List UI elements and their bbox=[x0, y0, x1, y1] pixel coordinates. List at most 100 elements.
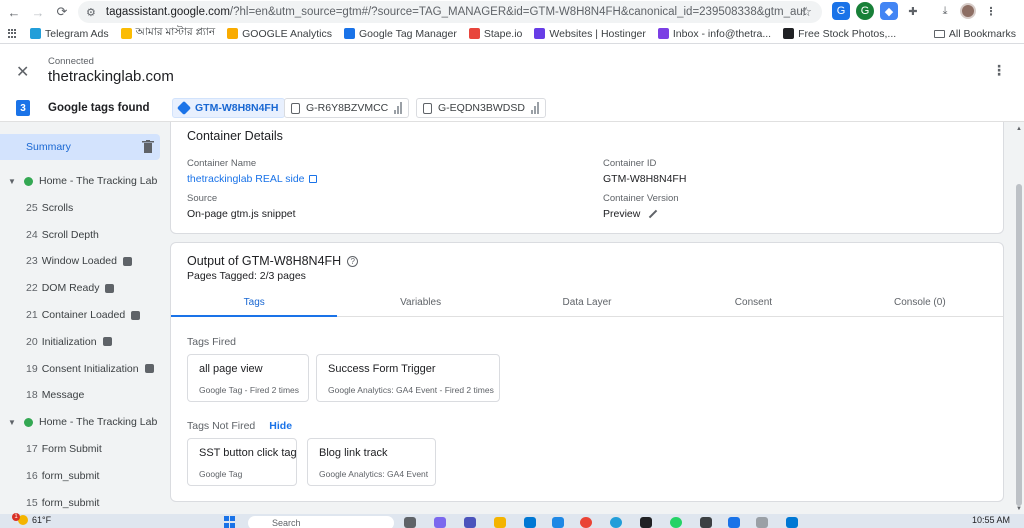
main-scrollbar[interactable]: ▲ ▼ bbox=[1014, 122, 1024, 514]
bookmark-favicon-icon bbox=[343, 28, 355, 39]
tag-chip-ga4-2[interactable]: G-EQDN3BWDSD bbox=[416, 98, 546, 118]
sidebar-event-item[interactable]: 16 form_submit bbox=[0, 463, 166, 489]
vscode-icon[interactable] bbox=[786, 517, 798, 528]
more-options-icon[interactable]: ⋮ bbox=[992, 62, 1006, 79]
bookmark-label: Inbox - info@thetra... bbox=[672, 27, 772, 40]
whatsapp-icon[interactable] bbox=[670, 517, 682, 528]
fired-tag-card[interactable]: Success Form Trigger Google Analytics: G… bbox=[316, 354, 500, 402]
weather-sun-icon: 1 bbox=[12, 513, 28, 525]
sidebar-event-item[interactable]: 21 Container Loaded bbox=[0, 302, 166, 328]
terminal-icon[interactable] bbox=[700, 517, 712, 528]
windows-start-icon[interactable] bbox=[224, 516, 236, 528]
sidebar-item-summary[interactable]: Summary bbox=[0, 134, 160, 160]
help-icon[interactable]: ? bbox=[347, 256, 359, 268]
container-name-link[interactable]: thetrackinglab REAL side bbox=[187, 173, 317, 185]
taskview-icon[interactable] bbox=[404, 517, 416, 528]
bookmark-item[interactable]: GOOGLE Analytics bbox=[227, 25, 332, 42]
profile-avatar[interactable] bbox=[960, 3, 976, 19]
close-icon[interactable]: ✕ bbox=[16, 62, 29, 82]
sidebar-event-item[interactable]: 23 Window Loaded bbox=[0, 248, 166, 274]
sidebar-page-item[interactable]: ▼ Home - The Tracking Lab bbox=[0, 168, 166, 194]
site-settings-icon[interactable]: ⚙ bbox=[86, 6, 96, 19]
sidebar-event-item[interactable]: 17 Form Submit bbox=[0, 436, 166, 462]
sidebar-event-item[interactable]: 25 Scrolls bbox=[0, 195, 166, 221]
back-icon[interactable]: ← bbox=[4, 2, 24, 22]
event-label: Scroll Depth bbox=[41, 228, 99, 241]
event-label: form_submit bbox=[41, 469, 100, 482]
bookmark-label: Google Tag Manager bbox=[358, 27, 457, 40]
tag-chip-label: G-EQDN3BWDSD bbox=[438, 102, 525, 114]
bookmark-item[interactable]: Websites | Hostinger bbox=[534, 25, 646, 42]
tab-tags[interactable]: Tags bbox=[171, 291, 338, 317]
sidebar-event-item[interactable]: 20 Initialization bbox=[0, 329, 166, 355]
copilot-icon[interactable] bbox=[434, 517, 446, 528]
grammarly-extension-icon[interactable]: G bbox=[856, 2, 874, 20]
sidebar-page-item[interactable]: ▼ Home - The Tracking Lab bbox=[0, 409, 166, 435]
address-bar[interactable]: ⚙ tagassistant.google.com/?hl=en&utm_sou… bbox=[78, 1, 822, 23]
tag-name: Blog link track bbox=[319, 447, 388, 459]
translate-extension-icon[interactable]: G bbox=[832, 2, 850, 20]
edit-pencil-icon[interactable] bbox=[649, 209, 658, 219]
browser-menu-icon[interactable]: ⋮ bbox=[982, 2, 1000, 20]
container-name-value: thetrackinglab REAL side bbox=[187, 173, 305, 185]
expand-caret-icon[interactable]: ▼ bbox=[8, 418, 18, 427]
bookmark-star-icon[interactable]: ☆ bbox=[800, 4, 812, 20]
sidebar-event-item[interactable]: 24 Scroll Depth bbox=[0, 222, 166, 248]
reload-icon[interactable]: ⟳ bbox=[52, 2, 72, 22]
delete-icon[interactable] bbox=[142, 140, 154, 154]
scroll-up-icon[interactable]: ▲ bbox=[1016, 126, 1022, 132]
source-value: On-page gtm.js snippet bbox=[187, 208, 296, 220]
scroll-down-icon[interactable]: ▼ bbox=[1016, 506, 1022, 512]
store-icon[interactable] bbox=[552, 517, 564, 528]
bookmark-item[interactable]: Inbox - info@thetra... bbox=[657, 25, 772, 42]
event-number: 17 bbox=[26, 443, 38, 455]
bookmark-favicon-icon bbox=[468, 28, 480, 39]
bookmark-item[interactable]: Google Tag Manager bbox=[343, 25, 457, 42]
not-fired-tag-card[interactable]: Blog link track Google Analytics: GA4 Ev… bbox=[307, 438, 436, 486]
download-icon[interactable]: ⤓ bbox=[936, 2, 954, 20]
tag-event-badge-icon bbox=[123, 256, 132, 266]
bookmark-item[interactable]: Free Stock Photos,... bbox=[783, 25, 896, 42]
camera-icon[interactable] bbox=[756, 517, 768, 528]
hide-link[interactable]: Hide bbox=[269, 420, 292, 432]
sidebar-event-item[interactable]: 18 Message bbox=[0, 382, 166, 408]
forward-icon[interactable]: → bbox=[28, 2, 48, 22]
sidebar-event-item[interactable]: 22 DOM Ready bbox=[0, 275, 166, 301]
sidebar-event-item[interactable]: 19 Consent Initialization bbox=[0, 356, 166, 382]
taskbar-search[interactable]: Search bbox=[248, 516, 394, 528]
event-label: Consent Initialization bbox=[41, 362, 139, 375]
expand-caret-icon[interactable]: ▼ bbox=[8, 177, 18, 186]
bookmark-item[interactable]: আমার মাস্টার প্ল্যান bbox=[120, 25, 215, 42]
bookmark-item[interactable]: Stape.io bbox=[468, 25, 522, 42]
event-number: 22 bbox=[26, 282, 38, 295]
tag-chip-gtm[interactable]: GTM-W8H8N4FH bbox=[172, 98, 286, 118]
tab-variables[interactable]: Variables bbox=[337, 291, 503, 316]
tab-console-0[interactable]: Console (0) bbox=[837, 291, 1003, 316]
bookmark-item[interactable]: Telegram Ads bbox=[30, 25, 109, 42]
not-fired-tag-card[interactable]: SST button click tag Google Tag bbox=[187, 438, 297, 486]
apps-grid-icon[interactable] bbox=[8, 28, 18, 39]
tag-event-badge-icon bbox=[105, 283, 115, 293]
sidebar-event-item[interactable]: 15 form_submit bbox=[0, 490, 166, 516]
calculator-icon[interactable] bbox=[728, 517, 740, 528]
tag-event-badge-icon bbox=[102, 337, 112, 347]
telegram-icon[interactable] bbox=[610, 517, 622, 528]
tags-not-fired-row: Tags Not Fired Hide bbox=[187, 420, 292, 432]
fired-tag-card[interactable]: all page view Google Tag - Fired 2 times bbox=[187, 354, 309, 402]
extensions-puzzle-icon[interactable]: ✚ bbox=[904, 2, 922, 20]
capcut-icon[interactable] bbox=[640, 517, 652, 528]
scroll-thumb[interactable] bbox=[1016, 184, 1022, 506]
edge-icon[interactable] bbox=[524, 517, 536, 528]
chrome-icon[interactable] bbox=[580, 517, 592, 528]
weather-widget[interactable]: 1 61°F bbox=[12, 513, 51, 525]
tag-assistant-extension-icon[interactable]: ◆ bbox=[880, 2, 898, 20]
tab-data-layer[interactable]: Data Layer bbox=[504, 291, 670, 316]
teams-icon[interactable] bbox=[464, 517, 476, 528]
file-explorer-icon[interactable] bbox=[494, 517, 506, 528]
tag-event-badge-icon bbox=[131, 310, 141, 320]
event-label: Scrolls bbox=[41, 201, 74, 214]
tag-subtitle: Google Tag - Fired 2 times bbox=[199, 385, 299, 395]
tab-consent[interactable]: Consent bbox=[670, 291, 836, 316]
tag-chip-ga4-1[interactable]: G-R6Y8BZVMCC bbox=[284, 98, 410, 118]
all-bookmarks[interactable]: All Bookmarks bbox=[933, 28, 1016, 40]
